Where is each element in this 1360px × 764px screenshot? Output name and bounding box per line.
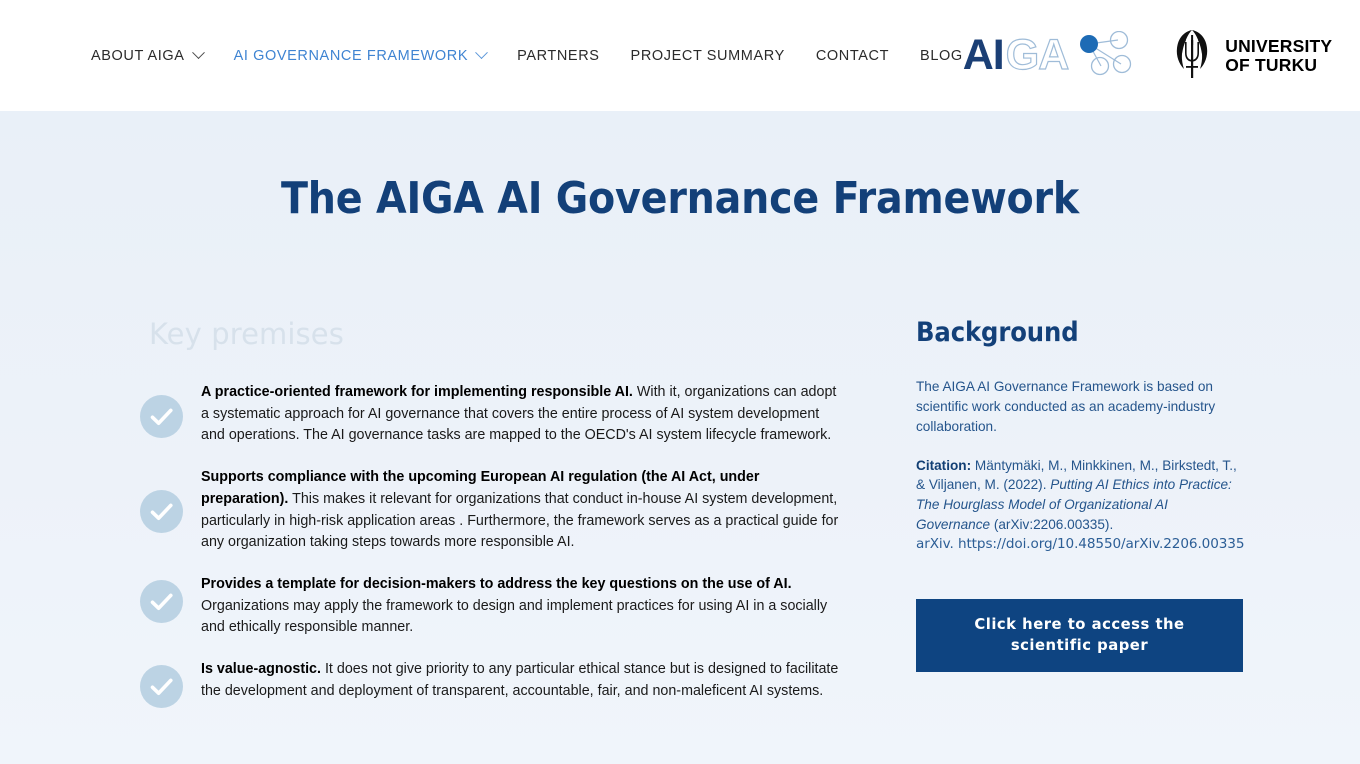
nav-item-ai-governance-framework[interactable]: AI GOVERNANCE FRAMEWORK (233, 42, 488, 70)
check-circle-icon (140, 490, 183, 534)
citation-label: Citation: (916, 457, 972, 473)
premise-lead: Provides a template for decision-makers … (201, 576, 792, 593)
page-body: The AIGA AI Governance Framework Key pre… (0, 111, 1360, 764)
turku-line-1: UNIVERSITY (1225, 35, 1333, 56)
key-premises-list: A practice-oriented framework for implem… (140, 382, 840, 709)
premise-lead: Is value-agnostic. (201, 661, 321, 678)
cta-text: Click here to access the scientific pape… (974, 614, 1184, 656)
premise-lead: A practice-oriented framework for implem… (201, 384, 633, 400)
cta-line-1: Click here to access the (974, 616, 1185, 634)
premise-text: Is value-agnostic. It does not give prio… (201, 659, 840, 702)
turku-crest-icon (1170, 26, 1214, 85)
chevron-down-icon (191, 46, 205, 60)
access-scientific-paper-button[interactable]: Click here to access the scientific pape… (916, 598, 1243, 672)
premise-item: A practice-oriented framework for implem… (140, 382, 840, 447)
network-nodes-icon (1074, 30, 1136, 82)
university-of-turku-logo[interactable]: UNIVERSITY OF TURKU (1170, 26, 1332, 85)
nav-label: BLOG (920, 47, 963, 64)
nav-item-project-summary[interactable]: PROJECT SUMMARY (631, 42, 785, 70)
premise-text: Supports compliance with the upcoming Eu… (201, 467, 840, 554)
content-columns: Key premises A practice-oriented framewo… (0, 317, 1360, 709)
key-premises-heading: Key premises (149, 317, 344, 351)
nav-label: AI GOVERNANCE FRAMEWORK (233, 47, 469, 64)
nav-item-contact[interactable]: CONTACT (816, 42, 889, 70)
nav-label: PARTNERS (517, 47, 600, 64)
turku-logo-text: UNIVERSITY OF TURKU (1225, 35, 1333, 75)
premise-body: Organizations may apply the framework to… (201, 597, 828, 636)
nav-item-partners[interactable]: PARTNERS (517, 42, 599, 70)
aiga-logo-text-outline: GA (1005, 31, 1070, 79)
nav-item-about-aiga[interactable]: ABOUT AIGA (91, 42, 205, 70)
premise-text: A practice-oriented framework for implem… (201, 382, 840, 447)
check-circle-icon (140, 580, 183, 624)
check-circle-icon (140, 665, 183, 709)
background-heading: Background (916, 317, 1079, 348)
nav-label: PROJECT SUMMARY (630, 47, 785, 64)
check-circle-icon (140, 395, 183, 438)
background-section: Background The AIGA AI Governance Framew… (916, 317, 1245, 708)
premise-text: Provides a template for decision-makers … (201, 574, 840, 639)
site-header: ABOUT AIGA AI GOVERNANCE FRAMEWORK PARTN… (0, 0, 1360, 111)
background-paragraph: The AIGA AI Governance Framework is base… (916, 379, 1216, 434)
nav-label: ABOUT AIGA (91, 47, 185, 64)
page-title: The AIGA AI Governance Framework (280, 173, 1080, 224)
aiga-logo[interactable]: AI GA (963, 29, 1137, 82)
premise-body: This makes it relevant for organizations… (201, 490, 839, 551)
premise-item: Supports compliance with the upcoming Eu… (140, 467, 840, 554)
premise-item: Provides a template for decision-makers … (140, 574, 840, 639)
turku-line-2: OF TURKU (1225, 54, 1318, 75)
nav-label: CONTACT (815, 47, 890, 64)
nav-item-blog[interactable]: BLOG (920, 42, 963, 70)
premise-item: Is value-agnostic. It does not give prio… (140, 659, 840, 709)
citation-doi-link[interactable]: arXiv. https://doi.org/10.48550/arXiv.22… (916, 536, 1245, 552)
citation-arxiv-id: (arXiv:2206.00335). (990, 517, 1114, 533)
key-premises-section: Key premises A practice-oriented framewo… (140, 317, 840, 709)
header-logos: AI GA UNIVERSITY OF TURKU (963, 26, 1360, 85)
aiga-logo-text-solid: AI (962, 31, 1005, 79)
main-navigation: ABOUT AIGA AI GOVERNANCE FRAMEWORK PARTN… (91, 42, 963, 70)
cta-line-2: scientific paper (1010, 637, 1149, 655)
citation-block: Citation: Mäntymäki, M., Minkkinen, M., … (916, 456, 1243, 535)
chevron-down-icon (475, 46, 488, 60)
